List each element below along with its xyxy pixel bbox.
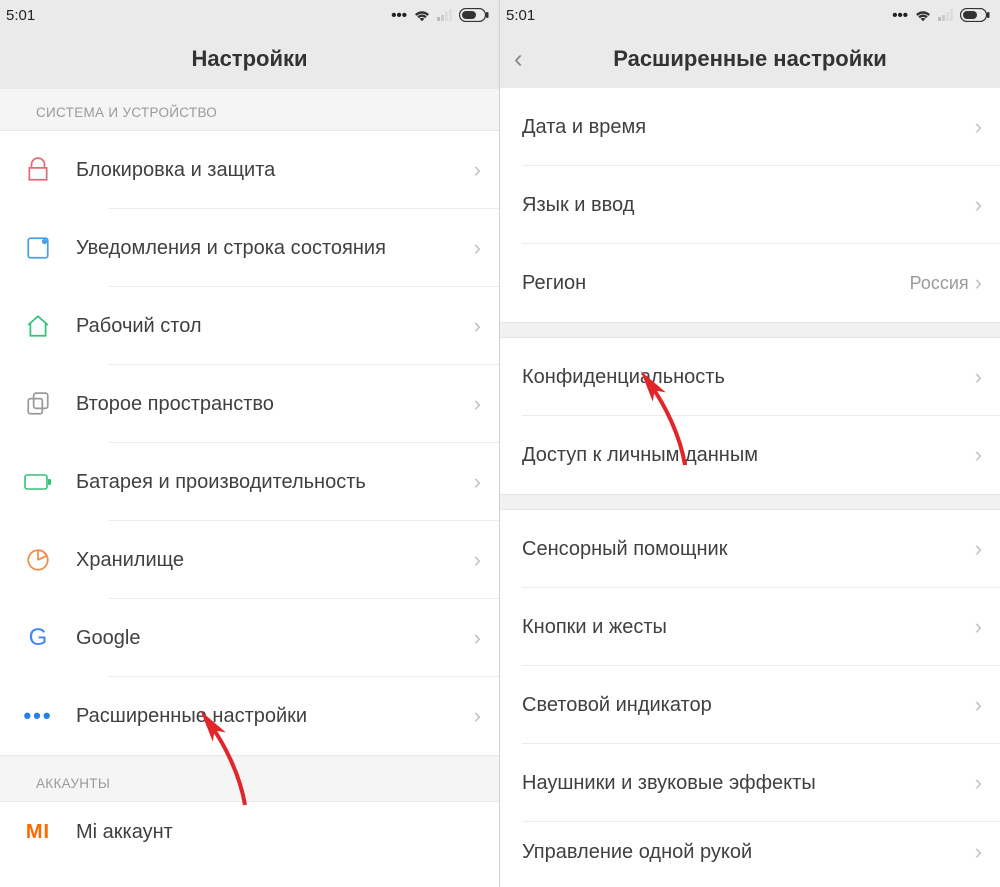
row-label: Блокировка и защита [76, 158, 474, 183]
row-advanced-settings[interactable]: ••• Расширенные настройки › [0, 677, 499, 755]
more-horiz-icon: ••• [23, 703, 52, 729]
page-title: Расширенные настройки [613, 46, 887, 72]
storage-icon [25, 547, 51, 573]
status-time: 5:01 [6, 7, 35, 24]
chevron-right-icon: › [474, 547, 485, 573]
chevron-right-icon: › [474, 157, 485, 183]
row-label: Конфиденциальность [522, 365, 975, 390]
chevron-right-icon: › [975, 442, 986, 468]
row-label: Google [76, 626, 474, 651]
row-value: Россия [910, 273, 969, 294]
status-icons: ••• [892, 7, 990, 24]
row-battery[interactable]: Батарея и производительность › [0, 443, 499, 521]
row-personal-data[interactable]: Доступ к личным данным › [500, 416, 1000, 494]
row-label: Уведомления и строка состояния [76, 236, 474, 261]
more-icon: ••• [892, 7, 908, 24]
row-privacy[interactable]: Конфиденциальность › [500, 338, 1000, 416]
chevron-right-icon: › [975, 364, 986, 390]
lock-icon [25, 157, 51, 183]
row-label: Дата и время [522, 115, 975, 140]
more-icon: ••• [391, 7, 407, 24]
chevron-right-icon: › [474, 313, 485, 339]
row-label: Рабочий стол [76, 314, 474, 339]
row-one-handed[interactable]: Управление одной рукой › [500, 822, 1000, 882]
row-label: Сенсорный помощник [522, 537, 975, 562]
row-label: Кнопки и жесты [522, 615, 975, 640]
row-region[interactable]: Регион Россия › [500, 244, 1000, 322]
settings-screen: 5:01 ••• Настройки СИСТЕМА И УСТРОЙСТВО [0, 0, 500, 887]
row-label: Расширенные настройки [76, 704, 474, 729]
chevron-right-icon: › [975, 114, 986, 140]
row-mi-account[interactable]: MI Mi аккаунт [0, 802, 499, 862]
row-date-time[interactable]: Дата и время › [500, 88, 1000, 166]
row-buttons-gestures[interactable]: Кнопки и жесты › [500, 588, 1000, 666]
chevron-right-icon: › [975, 839, 986, 865]
section-header-accounts: АККАУНТЫ [0, 755, 499, 802]
row-label: Наушники и звуковые эффекты [522, 771, 975, 796]
back-icon[interactable]: ‹ [514, 44, 523, 75]
home-icon [25, 313, 51, 339]
chevron-right-icon: › [474, 391, 485, 417]
row-led-indicator[interactable]: Световой индикатор › [500, 666, 1000, 744]
chevron-right-icon: › [975, 692, 986, 718]
battery-perf-icon [24, 472, 52, 492]
row-notifications[interactable]: Уведомления и строка состояния › [0, 209, 499, 287]
row-language-input[interactable]: Язык и ввод › [500, 166, 1000, 244]
google-icon: G [29, 624, 48, 652]
row-home-screen[interactable]: Рабочий стол › [0, 287, 499, 365]
row-label: Mi аккаунт [76, 820, 485, 845]
section-gap [500, 494, 1000, 510]
chevron-right-icon: › [474, 625, 485, 651]
battery-icon [459, 8, 489, 22]
chevron-right-icon: › [975, 770, 986, 796]
row-lock-protection[interactable]: Блокировка и защита › [0, 131, 499, 209]
row-touch-assistant[interactable]: Сенсорный помощник › [500, 510, 1000, 588]
row-storage[interactable]: Хранилище › [0, 521, 499, 599]
section-header-system: СИСТЕМА И УСТРОЙСТВО [0, 88, 499, 131]
section-gap [500, 322, 1000, 338]
signal-icon [437, 9, 453, 21]
advanced-settings-screen: 5:01 ••• ‹ Расширенные настройки Д [500, 0, 1000, 887]
mi-logo-icon: MI [26, 821, 50, 844]
row-label: Световой индикатор [522, 693, 975, 718]
header: ‹ Расширенные настройки [500, 30, 1000, 88]
wifi-icon [413, 8, 431, 22]
page-title: Настройки [191, 46, 307, 72]
row-google[interactable]: G Google › [0, 599, 499, 677]
status-bar: 5:01 ••• [0, 0, 499, 30]
copy-icon [25, 391, 51, 417]
row-second-space[interactable]: Второе пространство › [0, 365, 499, 443]
chevron-right-icon: › [975, 536, 986, 562]
wifi-icon [914, 8, 932, 22]
advanced-list: Дата и время › Язык и ввод › Регион Росс… [500, 88, 1000, 882]
signal-icon [938, 9, 954, 21]
status-bar: 5:01 ••• [500, 0, 1000, 30]
row-label: Управление одной рукой [522, 840, 975, 865]
header: Настройки [0, 30, 499, 88]
row-label: Хранилище [76, 548, 474, 573]
row-label: Язык и ввод [522, 193, 975, 218]
status-time: 5:01 [506, 7, 535, 24]
chevron-right-icon: › [975, 192, 986, 218]
battery-icon [960, 8, 990, 22]
row-label: Второе пространство [76, 392, 474, 417]
status-icons: ••• [391, 7, 489, 24]
chevron-right-icon: › [975, 270, 986, 296]
row-label: Доступ к личным данным [522, 443, 975, 468]
chevron-right-icon: › [474, 469, 485, 495]
row-headphones-audio[interactable]: Наушники и звуковые эффекты › [500, 744, 1000, 822]
row-label: Батарея и производительность [76, 470, 474, 495]
row-label: Регион [522, 271, 910, 296]
chevron-right-icon: › [474, 703, 485, 729]
accounts-list: MI Mi аккаунт [0, 802, 499, 862]
chevron-right-icon: › [474, 235, 485, 261]
settings-list: Блокировка и защита › Уведомления и стро… [0, 131, 499, 755]
notification-bar-icon [25, 235, 51, 261]
chevron-right-icon: › [975, 614, 986, 640]
